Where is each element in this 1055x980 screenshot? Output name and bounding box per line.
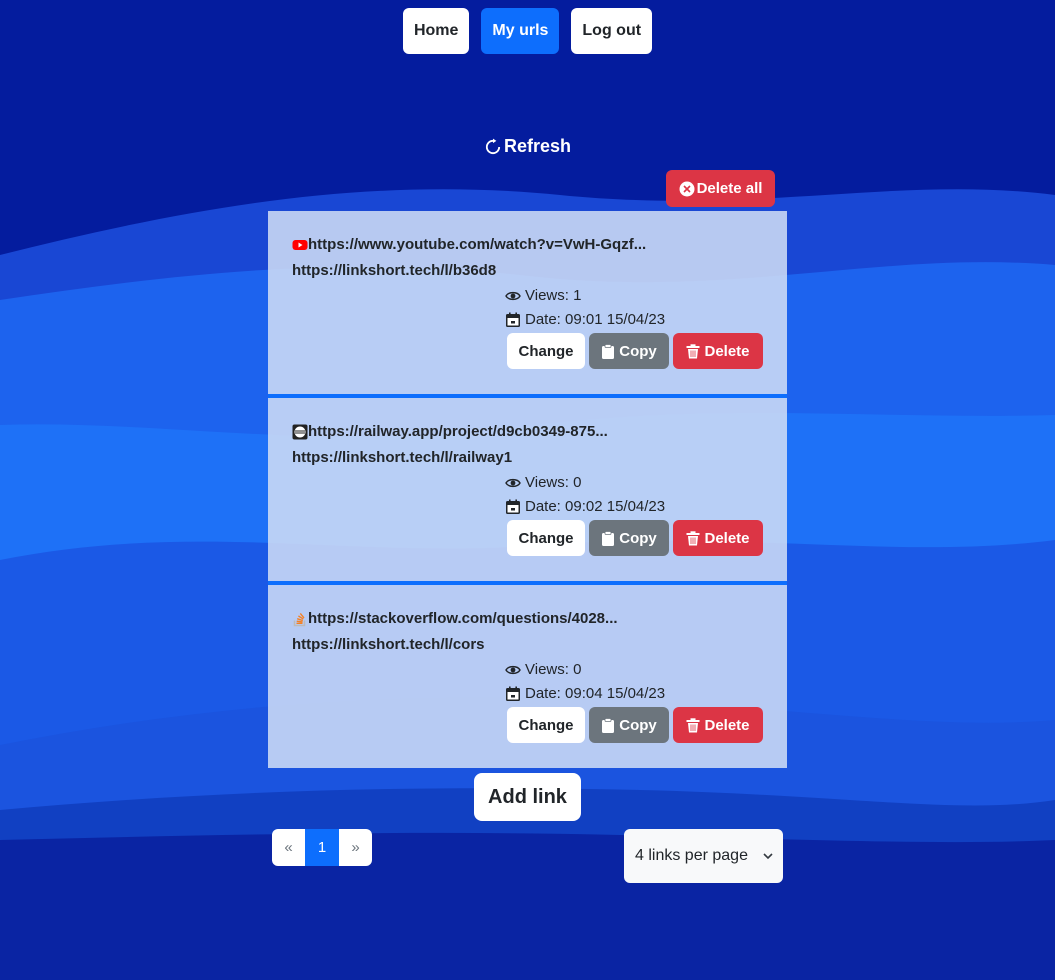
chevron-down-icon [763, 853, 773, 860]
date-text: Date: 09:04 15/04/23 [525, 685, 666, 702]
copy-button[interactable]: Copy [589, 333, 669, 369]
card-actions: Change Copy Delete [507, 333, 763, 369]
clipboard-icon [602, 343, 615, 359]
delete-button[interactable]: Delete [673, 520, 763, 556]
created-date: Date: 09:02 15/04/23 [505, 498, 665, 515]
add-link-button[interactable]: Add link [474, 773, 581, 821]
delete-all-button[interactable]: Delete all [666, 170, 775, 207]
created-date: Date: 09:01 15/04/23 [505, 311, 665, 328]
refresh-button[interactable]: Refresh [0, 136, 1055, 157]
card-actions: Change Copy Delete [507, 707, 763, 743]
short-url-link[interactable]: https://linkshort.tech/l/b36d8 [292, 262, 496, 279]
nav-my-urls-button[interactable]: My urls [481, 8, 560, 54]
pagination-page-current[interactable]: 1 [305, 829, 339, 866]
copy-label: Copy [619, 529, 657, 547]
pagination-prev[interactable]: « [272, 829, 305, 866]
date-text: Date: 09:01 15/04/23 [525, 311, 666, 328]
delete-label: Delete [704, 716, 750, 734]
stackoverflow-icon [293, 612, 306, 626]
link-card: https://www.youtube.com/watch?v=VwH-Gqzf… [268, 211, 787, 394]
change-label: Change [518, 716, 574, 734]
copy-button[interactable]: Copy [589, 707, 669, 743]
top-nav: Home My urls Log out [0, 8, 1055, 54]
link-card: https://stackoverflow.com/questions/4028… [268, 585, 787, 768]
links-per-page-select[interactable]: 4 links per page [624, 829, 783, 883]
eye-icon [505, 478, 521, 487]
delete-button[interactable]: Delete [673, 333, 763, 369]
card-actions: Change Copy Delete [507, 520, 763, 556]
pagination: « 1 » [272, 829, 372, 866]
calendar-icon [506, 686, 520, 701]
short-url-link[interactable]: https://linkshort.tech/l/railway1 [292, 449, 512, 466]
eye-icon [505, 665, 521, 674]
change-button[interactable]: Change [507, 333, 585, 369]
refresh-label: Refresh [503, 136, 572, 156]
trash-icon [686, 530, 700, 545]
created-date: Date: 09:04 15/04/23 [505, 685, 665, 702]
nav-logout-button[interactable]: Log out [571, 8, 653, 54]
change-label: Change [518, 529, 574, 547]
original-url-text: https://stackoverflow.com/questions/4028… [308, 610, 618, 627]
x-circle-icon [679, 181, 695, 196]
copy-label: Copy [619, 716, 657, 734]
views-text: Views: 1 [525, 287, 582, 304]
nav-home-button[interactable]: Home [402, 8, 470, 54]
views-count: Views: 0 [505, 661, 581, 678]
date-text: Date: 09:02 15/04/23 [525, 498, 666, 515]
original-url-text: https://www.youtube.com/watch?v=VwH-Gqzf… [308, 236, 647, 253]
links-per-page-value: 4 links per page [635, 847, 748, 864]
trash-icon [686, 717, 700, 732]
original-url-link[interactable]: https://www.youtube.com/watch?v=VwH-Gqzf… [292, 236, 646, 253]
original-url-text: https://railway.app/project/d9cb0349-875… [308, 423, 608, 440]
calendar-icon [506, 312, 520, 327]
copy-label: Copy [619, 342, 657, 360]
delete-label: Delete [704, 529, 750, 547]
original-url-link[interactable]: https://stackoverflow.com/questions/4028… [292, 610, 618, 627]
views-text: Views: 0 [525, 474, 582, 491]
views-text: Views: 0 [525, 661, 582, 678]
delete-label: Delete [704, 342, 750, 360]
link-card: https://railway.app/project/d9cb0349-875… [268, 398, 787, 581]
calendar-icon [506, 499, 520, 514]
original-url-link[interactable]: https://railway.app/project/d9cb0349-875… [292, 423, 608, 440]
views-count: Views: 0 [505, 474, 581, 491]
change-button[interactable]: Change [507, 520, 585, 556]
change-button[interactable]: Change [507, 707, 585, 743]
refresh-icon [485, 138, 501, 154]
short-url-link[interactable]: https://linkshort.tech/l/cors [292, 636, 485, 653]
copy-button[interactable]: Copy [589, 520, 669, 556]
eye-icon [505, 291, 521, 300]
clipboard-icon [602, 717, 615, 733]
clipboard-icon [602, 530, 615, 546]
trash-icon [686, 343, 700, 358]
railway-icon [292, 424, 308, 439]
youtube-icon [292, 239, 308, 250]
views-count: Views: 1 [505, 287, 581, 304]
change-label: Change [518, 342, 574, 360]
pagination-next[interactable]: » [339, 829, 372, 866]
delete-all-label: Delete all [696, 180, 763, 197]
delete-button[interactable]: Delete [673, 707, 763, 743]
